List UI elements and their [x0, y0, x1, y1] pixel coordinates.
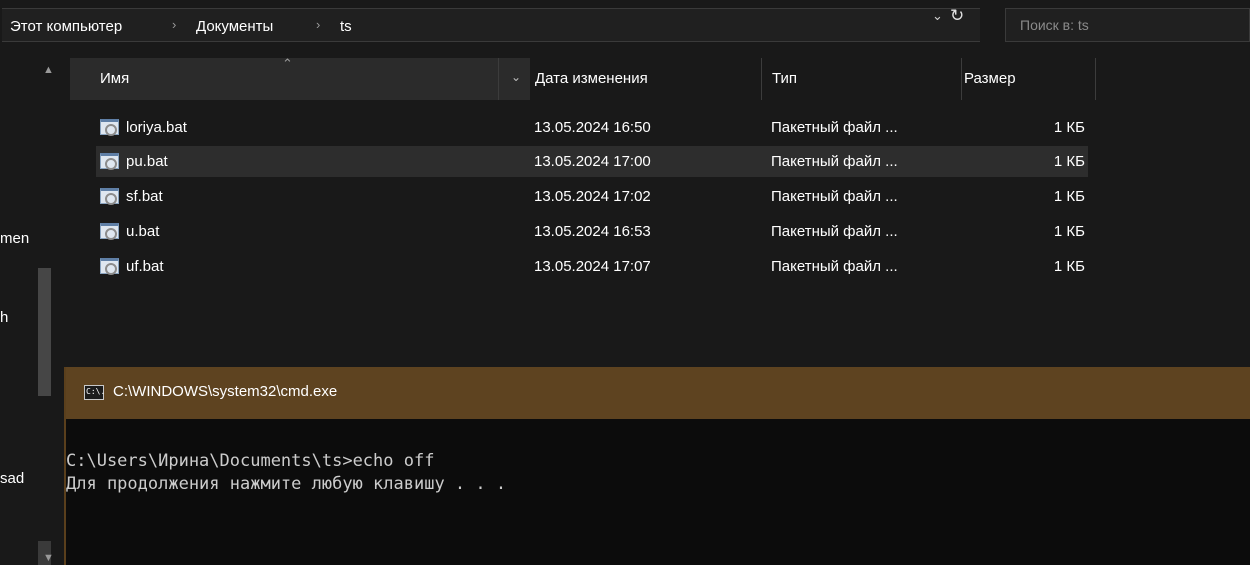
breadcrumb-ts[interactable]: ts: [340, 18, 352, 35]
address-bar: Этот компьютер › Документы › ts ⌄ ↻: [0, 0, 1250, 58]
column-header-name-label: Имя: [100, 70, 130, 87]
search-input[interactable]: [1020, 17, 1240, 33]
file-size: 1 КБ: [1053, 223, 1085, 240]
file-type: Пакетный файл ...: [771, 188, 898, 205]
batch-file-icon: [100, 258, 119, 275]
file-date: 13.05.2024 17:00: [534, 153, 651, 170]
batch-file-icon: [100, 223, 119, 240]
column-separator[interactable]: [1095, 58, 1096, 100]
nav-item[interactable]: h: [0, 309, 66, 326]
column-header-name[interactable]: ⌃ Имя ⌄: [70, 56, 530, 100]
file-name: uf.bat: [126, 258, 164, 275]
cmd-title: C:\WINDOWS\system32\cmd.exe: [113, 383, 338, 400]
file-row[interactable]: pu.bat 13.05.2024 17:00 Пакетный файл ..…: [96, 146, 1088, 177]
breadcrumb-documents[interactable]: Документы: [196, 18, 273, 35]
nav-item[interactable]: men: [0, 230, 66, 247]
chevron-right-icon[interactable]: ›: [172, 17, 176, 32]
console-output-line: C:\Users\Ирина\Documents\ts>echo off: [66, 451, 435, 471]
cmd-title-bar[interactable]: C:\. C:\WINDOWS\system32\cmd.exe: [66, 367, 1250, 419]
sort-ascending-icon: ⌃: [282, 56, 293, 71]
cmd-window[interactable]: C:\. C:\WINDOWS\system32\cmd.exe C:\User…: [64, 367, 1250, 565]
column-header-date-label: Дата изменения: [535, 70, 648, 87]
nav-scrollbar-thumb[interactable]: [38, 268, 51, 396]
breadcrumb[interactable]: Этот компьютер › Документы › ts: [2, 8, 980, 42]
search-box[interactable]: [1005, 8, 1250, 42]
file-size: 1 КБ: [1053, 119, 1085, 136]
file-size: 1 КБ: [1053, 258, 1085, 275]
column-header-type[interactable]: Тип: [762, 58, 962, 100]
console-icon: C:\.: [84, 385, 106, 400]
file-name: pu.bat: [126, 153, 168, 170]
file-type: Пакетный файл ...: [771, 119, 898, 136]
nav-item[interactable]: sad: [0, 470, 66, 487]
file-name: loriya.bat: [126, 119, 187, 136]
file-row[interactable]: uf.bat 13.05.2024 17:07 Пакетный файл ..…: [96, 251, 1088, 282]
console-icon-label: C:\.: [86, 387, 106, 396]
batch-file-icon: [100, 153, 119, 170]
file-row[interactable]: loriya.bat 13.05.2024 16:50 Пакетный фай…: [96, 112, 1088, 143]
batch-file-icon: [100, 119, 119, 136]
scroll-down-icon[interactable]: ▼: [43, 552, 54, 564]
navigation-pane: ▲ men h sad ▼: [0, 58, 66, 565]
scroll-up-icon[interactable]: ▲: [43, 64, 54, 76]
file-type: Пакетный файл ...: [771, 223, 898, 240]
file-name: u.bat: [126, 223, 160, 240]
file-size: 1 КБ: [1053, 188, 1085, 205]
column-separator[interactable]: [498, 58, 499, 100]
file-date: 13.05.2024 16:50: [534, 119, 651, 136]
chevron-down-icon[interactable]: ⌄: [932, 8, 943, 24]
refresh-icon[interactable]: ↻: [950, 6, 964, 26]
file-date: 13.05.2024 16:53: [534, 223, 651, 240]
column-header-type-label: Тип: [772, 70, 798, 87]
file-list: ⌃ Имя ⌄ Дата изменения Тип Размер loriya…: [66, 56, 1250, 368]
file-date: 13.05.2024 17:07: [534, 258, 651, 275]
file-name: sf.bat: [126, 188, 163, 205]
column-header-size-label: Размер: [964, 70, 1016, 87]
console-output-line: Для продолжения нажмите любую клавишу . …: [66, 474, 507, 494]
column-header-size[interactable]: Размер: [962, 58, 1094, 100]
file-date: 13.05.2024 17:02: [534, 188, 651, 205]
batch-file-icon: [100, 188, 119, 205]
breadcrumb-this-pc[interactable]: Этот компьютер: [10, 18, 122, 35]
chevron-down-icon[interactable]: ⌄: [511, 70, 521, 84]
file-row[interactable]: sf.bat 13.05.2024 17:02 Пакетный файл ..…: [96, 181, 1088, 212]
chevron-right-icon[interactable]: ›: [316, 17, 320, 32]
column-header-date[interactable]: Дата изменения: [530, 58, 760, 100]
file-row[interactable]: u.bat 13.05.2024 16:53 Пакетный файл ...…: [96, 216, 1088, 247]
file-size: 1 КБ: [1053, 153, 1085, 170]
file-type: Пакетный файл ...: [771, 258, 898, 275]
file-type: Пакетный файл ...: [771, 153, 898, 170]
